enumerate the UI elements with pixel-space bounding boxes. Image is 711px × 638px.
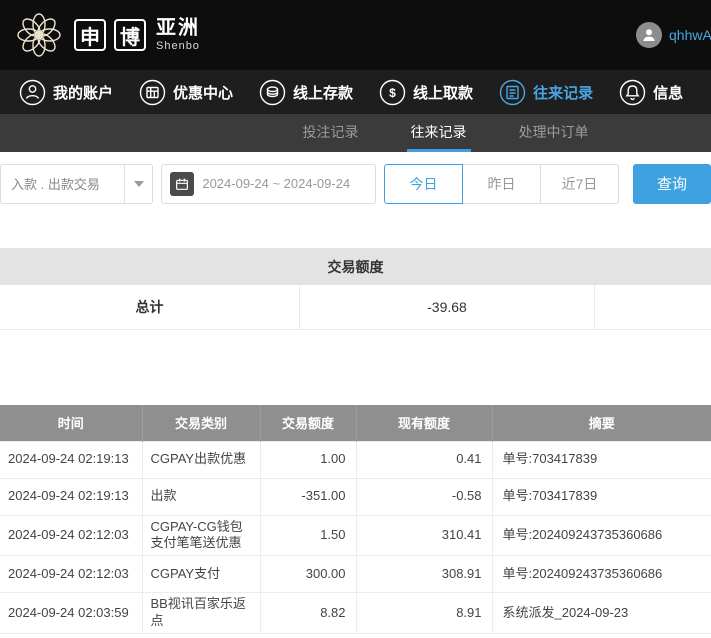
search-button[interactable]: 查询	[633, 164, 711, 204]
brand-logo[interactable]: 申 博 亚洲 Shenbo	[12, 8, 200, 62]
tab-transaction-records[interactable]: 往来记录	[407, 114, 471, 152]
cell-amount: 300.00	[260, 556, 356, 593]
cell-amount: 8.82	[260, 593, 356, 634]
table-row: 2024-09-24 02:12:03 CGPAY支付 300.00 308.9…	[0, 556, 711, 593]
user-icon	[641, 27, 657, 43]
coupon-icon	[139, 79, 166, 106]
sub-navigation: 投注记录 往来记录 处理中订单	[0, 114, 711, 152]
bell-icon	[619, 79, 646, 106]
page: 申 博 亚洲 Shenbo qhhwA 我的账户	[0, 0, 711, 634]
nav-label: 我的账户	[53, 82, 113, 103]
cell-balance: -0.58	[356, 478, 492, 515]
column-header-category: 交易类别	[142, 405, 260, 441]
chevron-down-icon	[124, 165, 152, 203]
cell-time: 2024-09-24 02:12:03	[0, 556, 142, 593]
records-icon	[499, 79, 526, 106]
tab-bet-records[interactable]: 投注记录	[299, 114, 363, 152]
cell-note: 单号:703417839	[492, 441, 711, 478]
nav-item-my-account[interactable]: 我的账户	[6, 70, 126, 114]
username-link[interactable]: qhhwA	[669, 27, 711, 43]
nav-label: 线上取款	[413, 82, 473, 103]
tab-pending-orders[interactable]: 处理中订单	[515, 114, 593, 152]
cell-balance: 0.41	[356, 441, 492, 478]
deposit-icon	[259, 79, 286, 106]
quick-range-group: 今日 昨日 近7日	[384, 164, 619, 204]
brand-suffix-text: 亚洲	[156, 17, 200, 39]
cell-time: 2024-09-24 02:03:59	[0, 593, 142, 634]
date-range-value: 2024-09-24 ~ 2024-09-24	[202, 176, 350, 191]
brand-char-bo: 博	[114, 19, 146, 51]
nav-item-online-withdrawal[interactable]: $ 线上取款	[366, 70, 486, 114]
cell-note: 单号:202409243735360686	[492, 515, 711, 556]
table-row: 2024-09-24 02:03:59 BB视讯百家乐返点 8.82 8.91 …	[0, 593, 711, 634]
main-navigation: 我的账户 优惠中心 线上存款 $ 线上取款	[0, 70, 711, 114]
quick-range-today[interactable]: 今日	[384, 164, 463, 204]
nav-item-promotions[interactable]: 优惠中心	[126, 70, 246, 114]
brand-char-shen: 申	[74, 19, 106, 51]
cell-category: CGPAY支付	[142, 556, 260, 593]
nav-item-transaction-records[interactable]: 往来记录	[486, 70, 606, 114]
column-header-time: 时间	[0, 405, 142, 441]
user-avatar[interactable]	[636, 22, 662, 48]
summary-row: 总计 -39.68	[0, 285, 711, 330]
column-header-note: 摘要	[492, 405, 711, 441]
transaction-type-select[interactable]: 入款 . 出款交易	[0, 164, 153, 204]
cell-amount: 1.50	[260, 515, 356, 556]
transaction-type-value: 入款 . 出款交易	[1, 174, 124, 193]
column-header-balance: 现有额度	[356, 405, 492, 441]
brand-flower-icon	[12, 8, 66, 62]
table-row: 2024-09-24 02:12:03 CGPAY-CG钱包支付笔笔送优惠 1.…	[0, 515, 711, 556]
cell-balance: 310.41	[356, 515, 492, 556]
nav-item-online-deposit[interactable]: 线上存款	[246, 70, 366, 114]
user-icon	[19, 79, 46, 106]
summary-total-label: 总计	[0, 285, 300, 329]
cell-time: 2024-09-24 02:12:03	[0, 515, 142, 556]
cell-time: 2024-09-24 02:19:13	[0, 478, 142, 515]
cell-category: BB视讯百家乐返点	[142, 593, 260, 634]
spacer	[0, 215, 711, 248]
filter-bar: 入款 . 出款交易 2024-09-24 ~ 2024-09-24 今日 昨日 …	[0, 152, 711, 215]
nav-label: 线上存款	[293, 82, 353, 103]
column-header-amount: 交易额度	[260, 405, 356, 441]
summary-empty-cell	[595, 285, 711, 329]
svg-text:$: $	[389, 86, 396, 100]
table-row: 2024-09-24 02:19:13 CGPAY出款优惠 1.00 0.41 …	[0, 441, 711, 478]
nav-label: 往来记录	[533, 82, 593, 103]
quick-range-yesterday[interactable]: 昨日	[462, 164, 541, 204]
nav-label: 优惠中心	[173, 82, 233, 103]
cell-amount: -351.00	[260, 478, 356, 515]
records-table: 时间 交易类别 交易额度 现有额度 摘要 2024-09-24 02:19:13…	[0, 405, 711, 634]
table-row: 2024-09-24 02:19:13 出款 -351.00 -0.58 单号:…	[0, 478, 711, 515]
cell-note: 单号:703417839	[492, 478, 711, 515]
cell-time: 2024-09-24 02:19:13	[0, 441, 142, 478]
user-account-area[interactable]: qhhwA	[636, 22, 711, 48]
calendar-icon	[170, 172, 194, 196]
brand-subtitle: Shenbo	[156, 40, 200, 52]
cell-note: 系统派发_2024-09-23	[492, 593, 711, 634]
summary-total-value: -39.68	[300, 285, 595, 329]
cell-amount: 1.00	[260, 441, 356, 478]
summary-header: 交易额度	[0, 248, 711, 285]
cell-category: CGPAY出款优惠	[142, 441, 260, 478]
cell-balance: 308.91	[356, 556, 492, 593]
cell-category: 出款	[142, 478, 260, 515]
cell-balance: 8.91	[356, 593, 492, 634]
date-range-input[interactable]: 2024-09-24 ~ 2024-09-24	[161, 164, 376, 204]
quick-range-last7days[interactable]: 近7日	[540, 164, 619, 204]
nav-label: 信息	[653, 82, 683, 103]
spacer	[0, 330, 711, 405]
records-table-header: 时间 交易类别 交易额度 现有额度 摘要	[0, 405, 711, 441]
cell-note: 单号:202409243735360686	[492, 556, 711, 593]
nav-item-messages[interactable]: 信息	[606, 70, 696, 114]
top-header: 申 博 亚洲 Shenbo qhhwA	[0, 0, 711, 70]
withdraw-icon: $	[379, 79, 406, 106]
summary-table: 交易额度 总计 -39.68	[0, 248, 711, 330]
cell-category: CGPAY-CG钱包支付笔笔送优惠	[142, 515, 260, 556]
